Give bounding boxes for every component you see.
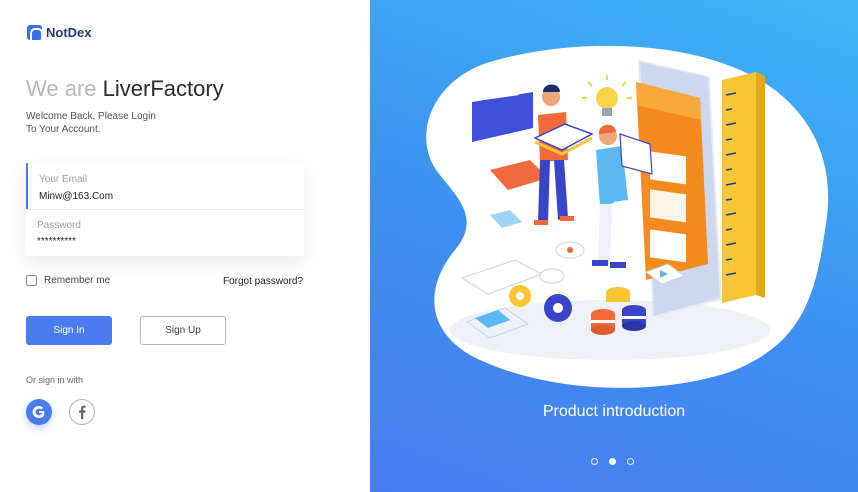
remember-checkbox[interactable] <box>26 275 37 286</box>
carousel-dot-2[interactable] <box>609 458 616 465</box>
facebook-login-button[interactable] <box>69 399 95 425</box>
email-field[interactable]: Your Email Minw@163.Com <box>26 163 304 209</box>
sign-in-button[interactable]: Sign In <box>26 316 112 345</box>
password-label: Password <box>37 220 81 231</box>
brand-logo[interactable]: NotDex <box>27 25 92 40</box>
forgot-password-link[interactable]: Forgot password? <box>223 276 303 287</box>
brand-name: NotDex <box>46 25 92 40</box>
logo-icon <box>27 25 43 40</box>
welcome-line-1: Welcome Back, Please Login <box>26 111 156 122</box>
google-icon <box>32 406 45 418</box>
social-login-caption: Or sign in with <box>26 375 84 385</box>
sign-up-button[interactable]: Sign Up <box>140 316 226 345</box>
google-login-button[interactable] <box>26 399 52 425</box>
login-panel: NotDex We are LiverFactory Welcome Back,… <box>0 0 370 492</box>
carousel-dot-1[interactable] <box>591 458 598 465</box>
title-prefix: We are <box>26 76 97 101</box>
email-label: Your Email <box>39 174 87 185</box>
carousel-dot-3[interactable] <box>627 458 634 465</box>
email-value[interactable]: Minw@163.Com <box>39 191 113 202</box>
facebook-icon <box>79 405 86 419</box>
promo-title: Product introduction <box>542 403 686 420</box>
remember-me[interactable]: Remember me <box>26 275 110 286</box>
page-title: We are LiverFactory <box>26 76 224 102</box>
remember-label: Remember me <box>44 275 111 286</box>
welcome-text: Welcome Back, Please Login To Your Accou… <box>26 110 186 136</box>
password-value[interactable]: ********** <box>37 236 76 247</box>
carousel-indicators <box>591 458 634 465</box>
password-field[interactable]: Password ********** <box>26 210 304 256</box>
login-form: Your Email Minw@163.Com Password *******… <box>26 163 304 256</box>
title-brand: LiverFactory <box>102 76 224 101</box>
welcome-line-2: To Your Account. <box>26 124 101 135</box>
